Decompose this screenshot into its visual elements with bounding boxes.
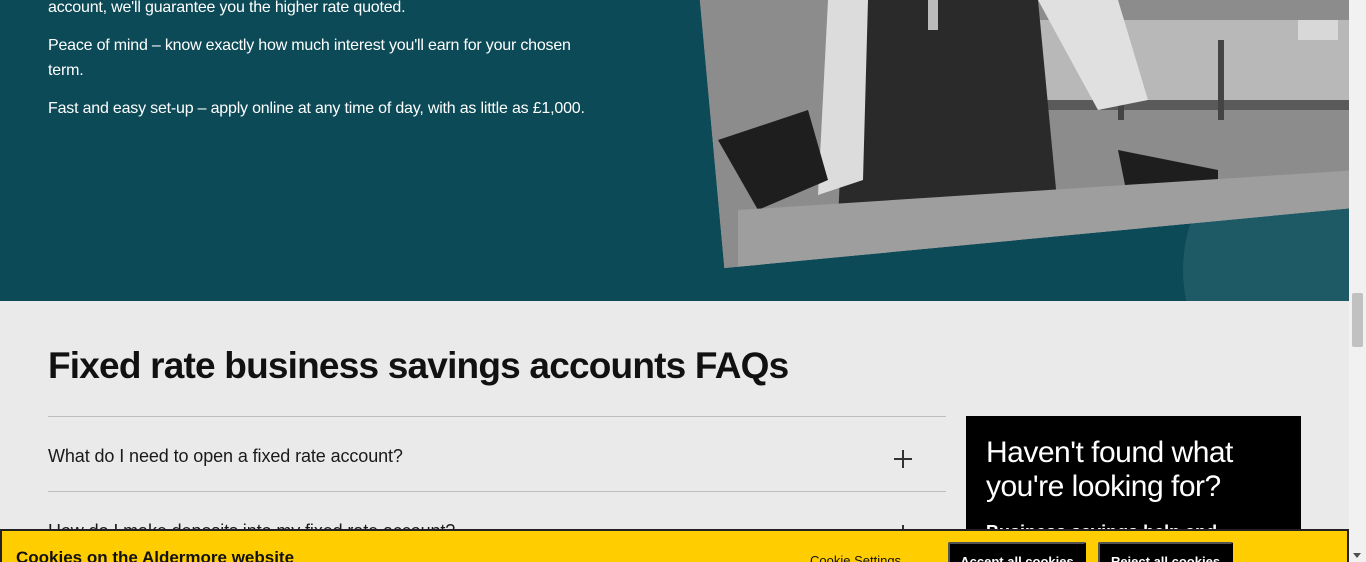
- accept-cookies-button[interactable]: Accept all cookies: [948, 542, 1086, 562]
- faq-title: Fixed rate business savings accounts FAQ…: [48, 345, 789, 386]
- hero-section: account, we'll guarantee you the higher …: [0, 0, 1349, 301]
- faq-item-open-account[interactable]: What do I need to open a fixed rate acco…: [48, 417, 946, 492]
- reject-cookies-button[interactable]: Reject all cookies: [1098, 542, 1233, 562]
- faq-question: What do I need to open a fixed rate acco…: [48, 446, 403, 466]
- cookie-settings-link[interactable]: Cookie Settings: [810, 553, 901, 562]
- hero-paragraph-1: account, we'll guarantee you the higher …: [48, 0, 406, 16]
- hero-paragraph-2: Peace of mind – know exactly how much in…: [48, 37, 571, 79]
- hero-paragraph-3: Fast and easy set-up – apply online at a…: [48, 100, 585, 117]
- scrollbar-thumb[interactable]: [1352, 293, 1363, 347]
- page-scrollbar[interactable]: [1349, 0, 1366, 562]
- plus-icon[interactable]: [894, 450, 912, 468]
- sidebar-title: Haven't found what you're looking for?: [986, 436, 1233, 503]
- cookie-banner: Cookies on the Aldermore website Cookie …: [0, 529, 1349, 562]
- cookie-banner-title: Cookies on the Aldermore website: [16, 548, 295, 562]
- chevron-down-icon[interactable]: [1353, 553, 1361, 558]
